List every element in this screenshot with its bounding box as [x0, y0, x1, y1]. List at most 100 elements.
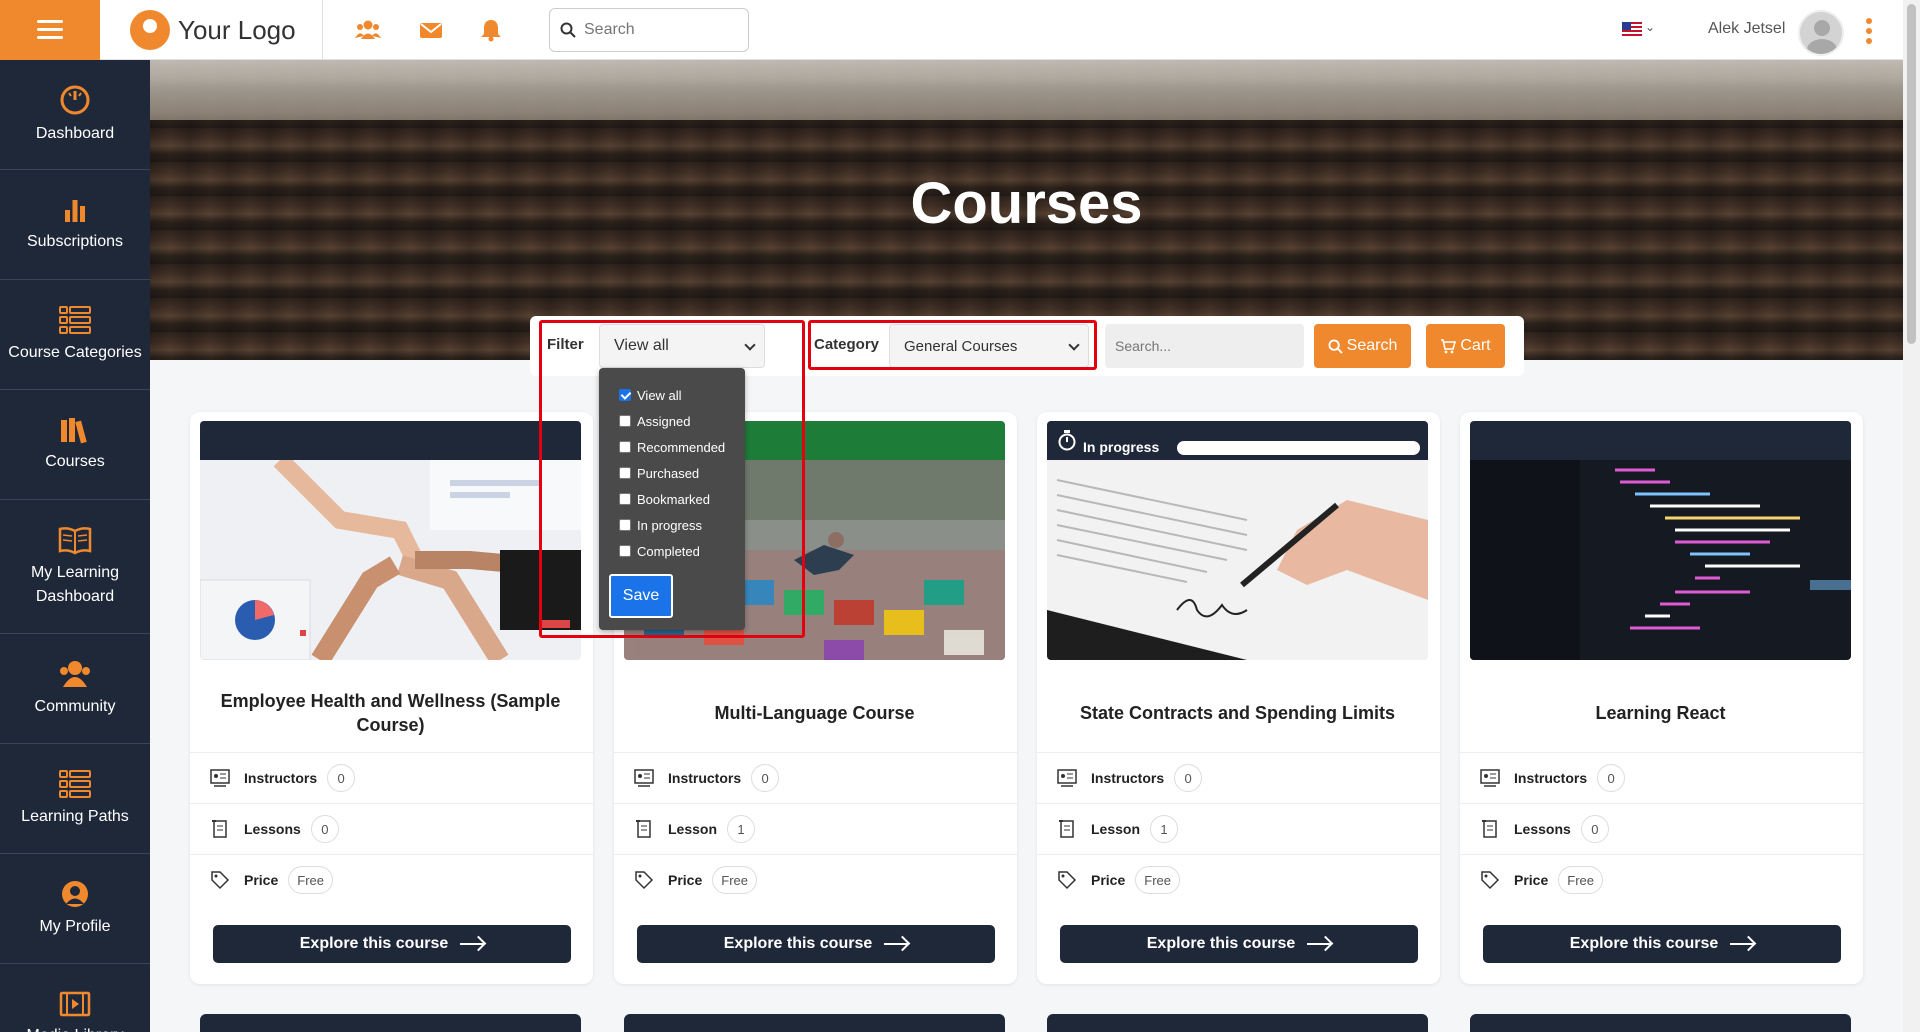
sidebar-item-label: Courses: [45, 452, 105, 470]
course-title[interactable]: Employee Health and Wellness (Sample Cou…: [210, 688, 571, 738]
course-search-input[interactable]: [1105, 324, 1304, 368]
instructor-icon: [1480, 769, 1500, 787]
card-header: [200, 421, 581, 460]
arrow-right-icon: [1307, 943, 1332, 945]
price-value: Free: [1558, 866, 1603, 894]
open-book-icon: [58, 526, 92, 554]
course-status: In progress: [1083, 439, 1160, 455]
checkbox[interactable]: [619, 415, 631, 427]
scroll-icon: [636, 820, 651, 838]
checkbox[interactable]: [619, 545, 631, 557]
course-image[interactable]: [200, 460, 581, 660]
course-title[interactable]: Learning React: [1480, 688, 1841, 738]
lessons-count: 1: [727, 815, 756, 843]
chevron-down-icon[interactable]: ⌄: [1645, 20, 1655, 34]
sidebar-item-dashboard[interactable]: Dashboard: [0, 60, 150, 170]
explore-course-button[interactable]: Explore this course: [1483, 925, 1841, 963]
checkbox[interactable]: [619, 441, 631, 453]
filter-option-assigned[interactable]: Assigned: [619, 408, 745, 434]
more-options-icon[interactable]: [1864, 18, 1874, 44]
page-title: Courses: [910, 171, 1143, 236]
user-name[interactable]: Alek Jetsel: [1708, 20, 1785, 38]
filter-option-view-all[interactable]: View all: [619, 382, 745, 408]
hero-banner: Courses: [150, 60, 1903, 360]
sidebar-item-courses[interactable]: Courses: [0, 390, 150, 500]
lessons-row: Lessons 0: [1460, 803, 1863, 854]
price-row: Price Free: [190, 854, 593, 905]
price-label: Price: [1514, 872, 1549, 888]
course-card: Learning React Instructors 0 Lessons 0 P…: [1460, 412, 1863, 984]
sidebar-item-course-categories[interactable]: Course Categories: [0, 280, 150, 390]
avatar[interactable]: [1798, 10, 1844, 56]
divider: [322, 0, 323, 60]
instructors-count: 0: [327, 764, 356, 792]
price-label: Price: [244, 872, 279, 888]
search-button[interactable]: Search: [1314, 324, 1411, 368]
sidebar-item-label: Dashboard: [35, 124, 115, 142]
filter-option-purchased[interactable]: Purchased: [619, 460, 745, 486]
users-icon[interactable]: [355, 17, 381, 43]
filter-option-completed[interactable]: Completed: [619, 538, 745, 564]
price-value: Free: [1135, 866, 1180, 894]
global-search: [549, 8, 749, 52]
sidebar-item-label: Media Library: [27, 1024, 124, 1032]
us-flag-icon[interactable]: [1622, 22, 1642, 36]
course-image[interactable]: [1047, 460, 1428, 660]
lessons-count: 0: [310, 815, 339, 843]
sidebar-item-media-library[interactable]: Media Library: [0, 964, 150, 1032]
scroll-icon: [1482, 820, 1497, 838]
lessons-count: 0: [1580, 815, 1609, 843]
course-card-header-partial: [624, 1014, 1005, 1032]
filter-dropdown: View all Assigned Recommended Purchased …: [599, 368, 745, 630]
checkbox[interactable]: [619, 519, 631, 531]
menu-toggle-button[interactable]: [0, 0, 100, 60]
save-button[interactable]: Save: [609, 574, 673, 618]
instructors-label: Instructors: [1514, 770, 1588, 786]
explore-course-button[interactable]: Explore this course: [1060, 925, 1418, 963]
sidebar-item-learning-paths[interactable]: Learning Paths: [0, 744, 150, 854]
lessons-label: Lesson: [668, 821, 718, 837]
logo[interactable]: Your Logo: [130, 10, 296, 50]
global-search-input[interactable]: [584, 21, 734, 39]
instructors-count: 0: [1174, 764, 1203, 792]
page-scrollbar[interactable]: [1903, 0, 1920, 1032]
hero-background: [150, 60, 1903, 120]
cart-button[interactable]: Cart: [1426, 324, 1505, 368]
filter-option-bookmarked[interactable]: Bookmarked: [619, 486, 745, 512]
filter-option-recommended[interactable]: Recommended: [619, 434, 745, 460]
sidebar-item-my-profile[interactable]: My Profile: [0, 854, 150, 964]
sidebar-item-label: Subscriptions: [26, 232, 124, 250]
instructors-label: Instructors: [244, 770, 318, 786]
sidebar-item-community[interactable]: Community: [0, 634, 150, 744]
explore-course-button[interactable]: Explore this course: [637, 925, 995, 963]
instructor-icon: [210, 769, 230, 787]
course-title[interactable]: State Contracts and Spending Limits: [1057, 688, 1418, 738]
search-icon: [1328, 338, 1343, 354]
sidebar-item-my-learning-dashboard[interactable]: My Learning Dashboard: [0, 500, 150, 634]
mail-icon[interactable]: [418, 17, 444, 43]
checkbox[interactable]: [619, 493, 631, 505]
sidebar-item-label: Community: [34, 697, 116, 715]
sidebar-item-subscriptions[interactable]: Subscriptions: [0, 170, 150, 280]
explore-course-button[interactable]: Explore this course: [213, 925, 571, 963]
course-image[interactable]: [1470, 460, 1851, 660]
top-bar: Your Logo ⌄ Alek Jetsel: [0, 0, 1920, 60]
logo-text: Your Logo: [178, 14, 296, 45]
course-card: In progress State Contracts and Spending…: [1037, 412, 1440, 984]
scrollbar-thumb[interactable]: [1907, 4, 1916, 344]
film-icon: [59, 991, 91, 1016]
instructor-icon: [634, 769, 654, 787]
lessons-count: 1: [1150, 815, 1179, 843]
tag-icon: [1058, 871, 1077, 890]
sidebar: Dashboard Subscriptions Course Categorie…: [0, 60, 150, 1032]
instructors-row: Instructors 0: [190, 752, 593, 803]
bell-icon[interactable]: [478, 17, 504, 43]
course-title[interactable]: Multi-Language Course: [634, 688, 995, 738]
instructors-count: 0: [751, 764, 780, 792]
checkbox[interactable]: [619, 389, 631, 401]
checkbox[interactable]: [619, 467, 631, 479]
books-icon: [61, 417, 87, 443]
sidebar-item-label: Course Categories: [8, 343, 142, 361]
lessons-label: Lesson: [1091, 821, 1141, 837]
filter-option-in-progress[interactable]: In progress: [619, 512, 745, 538]
